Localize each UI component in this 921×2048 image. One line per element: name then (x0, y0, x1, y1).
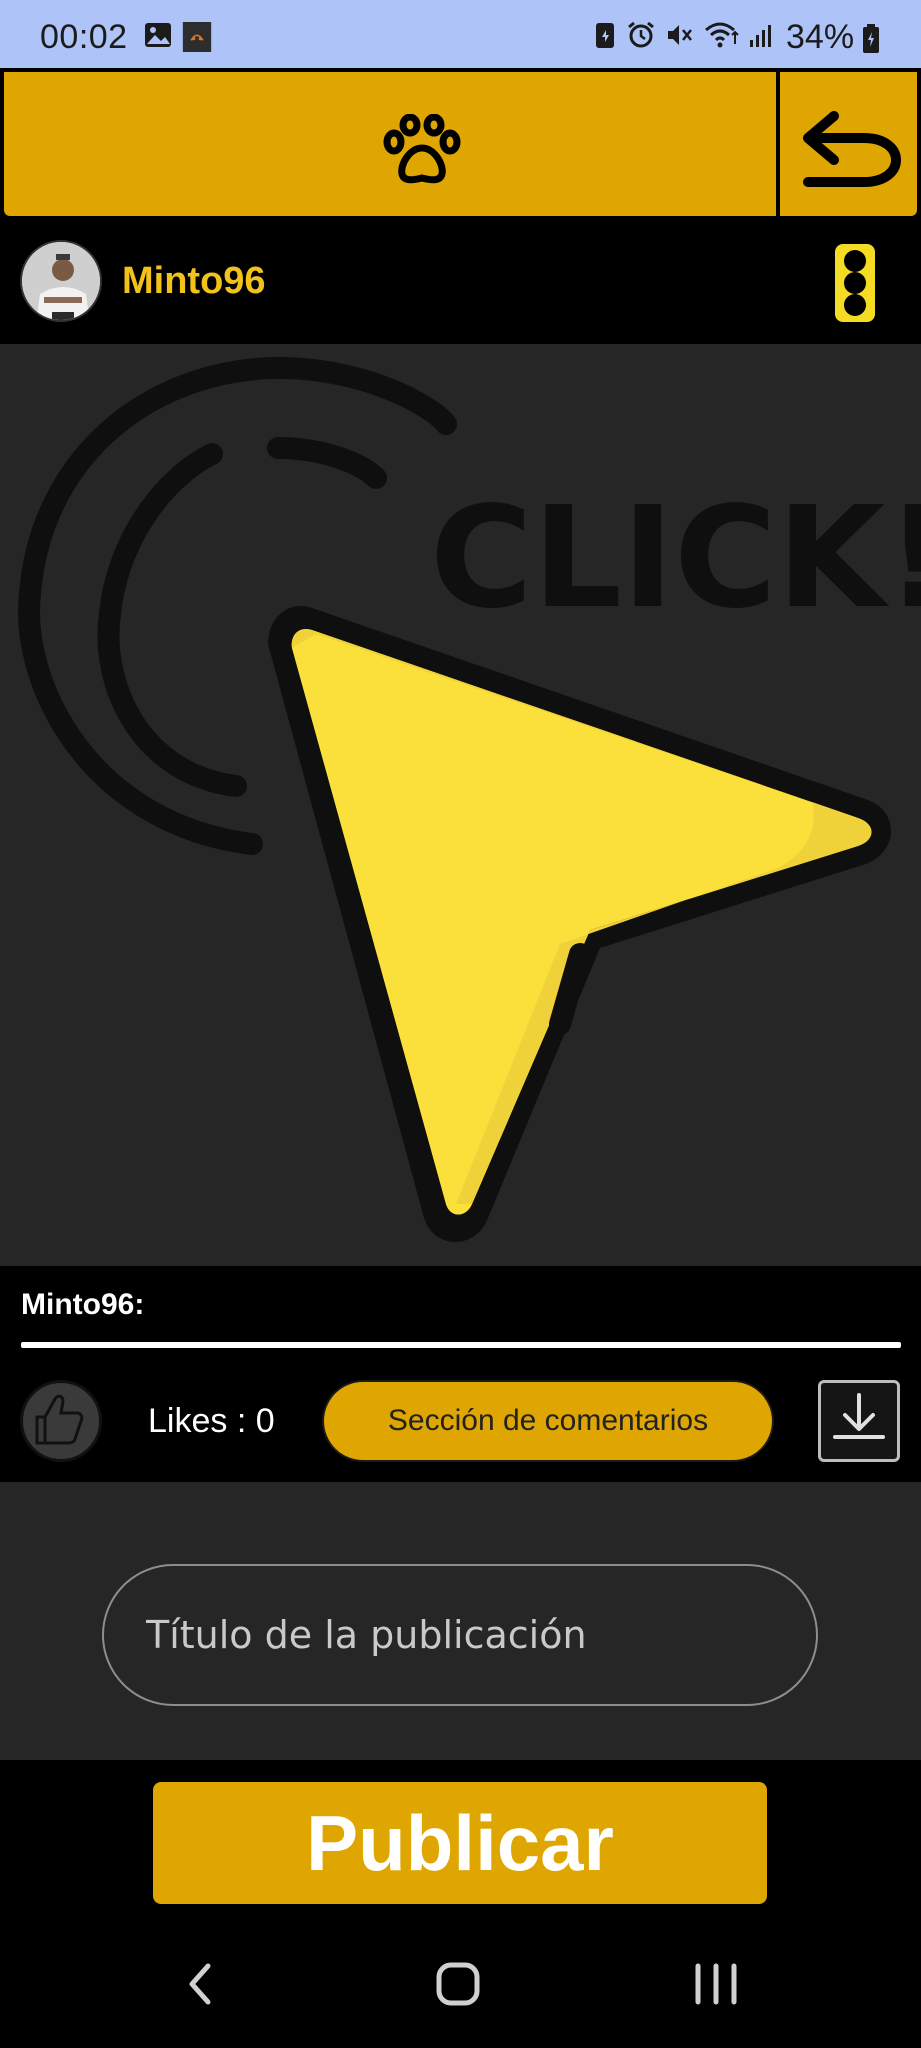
top-header (0, 68, 921, 220)
wifi-icon (705, 22, 739, 48)
comments-button[interactable]: Sección de comentarios (322, 1380, 774, 1462)
system-nav-bar (0, 1916, 921, 2048)
post-title-input[interactable] (102, 1564, 818, 1706)
caption-username: Minto96: (21, 1288, 145, 1321)
post-username[interactable]: Minto96 (122, 260, 266, 303)
signal-icon (750, 25, 771, 47)
status-time: 00:02 (40, 18, 128, 56)
mute-icon (668, 25, 692, 45)
post-image: CLICK! (0, 344, 921, 1266)
undo-arrow-icon (803, 111, 902, 187)
avatar-image (22, 242, 100, 320)
recents-icon[interactable] (692, 1960, 740, 2008)
click-cursor-illustration: CLICK! (18, 356, 921, 1242)
battery-icon (863, 24, 879, 53)
gallery-notification-icon (145, 23, 171, 47)
like-button[interactable] (20, 1380, 102, 1462)
caption-divider (21, 1342, 901, 1348)
back-button[interactable] (778, 70, 919, 218)
sim-icon (596, 23, 614, 48)
caption-area: Minto96: Likes : 0 Sección de comentario… (0, 1266, 921, 1482)
back-icon[interactable] (182, 1960, 218, 2008)
more-options-button[interactable] (835, 244, 875, 322)
avatar[interactable] (20, 240, 102, 322)
paw-icon (383, 114, 461, 184)
home-button[interactable] (2, 70, 778, 218)
publish-area: Publicar (0, 1760, 921, 1916)
post-header: Minto96 (0, 220, 921, 344)
alarm-icon (628, 21, 654, 48)
download-button[interactable] (818, 1380, 900, 1462)
likes-count: Likes : 0 (148, 1402, 275, 1440)
title-input-area (0, 1482, 921, 1760)
download-icon (833, 1393, 885, 1439)
battery-percent: 34% (786, 18, 855, 56)
status-bar: 00:02 34% (0, 0, 921, 68)
publish-button[interactable]: Publicar (153, 1782, 767, 1904)
thumbs-up-icon (35, 1394, 84, 1445)
home-icon[interactable] (436, 1960, 480, 2008)
app-notification-icon (182, 22, 212, 52)
click-text: CLICK! (430, 477, 921, 640)
